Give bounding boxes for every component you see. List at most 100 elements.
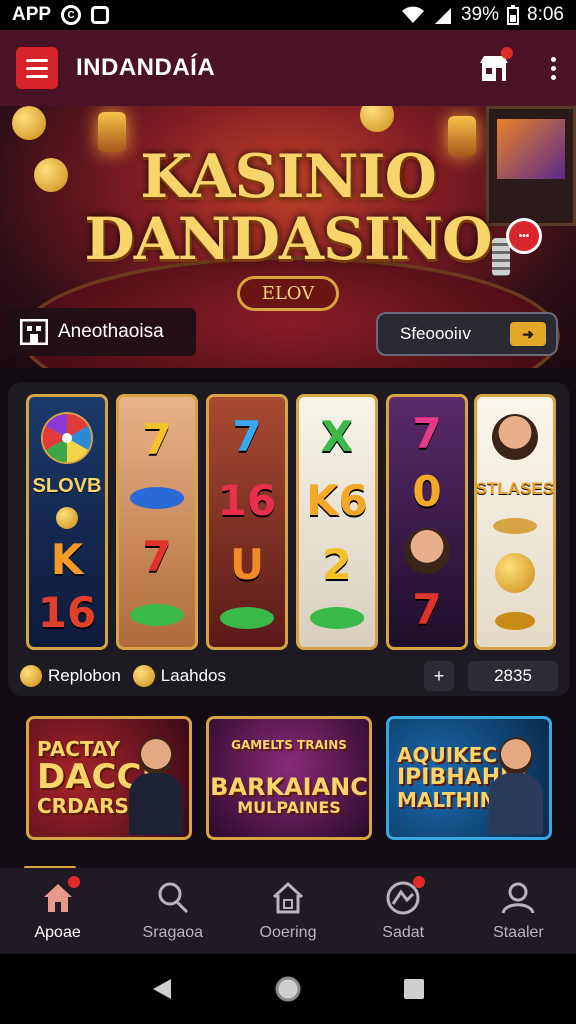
back-icon[interactable] xyxy=(151,977,173,1001)
reel-symbol: X xyxy=(320,412,354,461)
slot-reels-panel: SLOVB K 16 7 7 7 16 U X K6 2 7 0 7 STLAS… xyxy=(8,382,570,696)
wifi-icon xyxy=(401,6,425,24)
category-pill-label: Aneothaoisa xyxy=(58,321,164,342)
app-title: INDANDAÍA xyxy=(76,54,216,81)
more-options-button[interactable] xyxy=(547,56,560,80)
home-icon xyxy=(40,876,80,916)
notification-circle-icon: C xyxy=(61,5,82,25)
nav-label: Sadat xyxy=(382,924,425,941)
action-pill-label: Sfeoooiıv xyxy=(400,324,471,343)
leaders-label: Laahdos xyxy=(160,666,227,685)
arrow-tag-icon: ➜ xyxy=(510,322,546,346)
coin-icon xyxy=(20,665,42,687)
casino-logo: KASINIO DANDASINO ELOV xyxy=(0,146,576,311)
reel-symbol: 7 xyxy=(412,585,442,634)
home-circle-icon[interactable] xyxy=(274,975,302,1003)
promo-card-1[interactable]: PACTAY DACCK CRDARS xyxy=(26,716,192,840)
system-navigation-bar xyxy=(0,954,576,1024)
notification-square-icon xyxy=(91,6,110,24)
leaders-item[interactable]: Laahdos xyxy=(132,665,227,687)
add-bet-button[interactable]: + xyxy=(424,661,454,691)
nav-label: Ooering xyxy=(259,924,317,941)
app-bar: INDANDAÍA xyxy=(0,30,576,106)
kebab-dot xyxy=(551,74,556,80)
coin-icon xyxy=(132,665,155,687)
coin-icon xyxy=(56,506,78,529)
category-pill[interactable]: Aneothaoisa xyxy=(8,308,196,356)
reel-3: 7 16 U xyxy=(206,394,288,650)
notification-badge xyxy=(67,876,80,888)
battery-icon xyxy=(507,5,520,25)
screen: APP C 39% 8:06 INDANDAÍA KASINIO DANDASI… xyxy=(0,0,576,1024)
status-time: 8:06 xyxy=(527,4,564,25)
nav-item-profile[interactable]: Staaler xyxy=(461,868,576,954)
nav-item-wheel[interactable]: Sadat xyxy=(346,868,461,954)
nav-label: Sragaoa xyxy=(142,924,204,941)
character-figure xyxy=(489,737,543,837)
promo-title-line: BARKAIANC xyxy=(210,773,368,802)
search-icon xyxy=(155,880,191,916)
reel-oval-symbol xyxy=(310,607,364,629)
menu-line xyxy=(26,66,48,70)
sun-coin-icon xyxy=(495,552,535,593)
logo-line-2: DANDASINO xyxy=(84,205,492,273)
reel-oval-symbol xyxy=(130,604,184,627)
notification-badge xyxy=(413,876,426,888)
reel-bar-symbol xyxy=(493,517,537,534)
reel-1: SLOVB K 16 xyxy=(26,394,108,650)
reel-2: 7 7 xyxy=(116,394,198,650)
house-outline-icon xyxy=(270,880,306,916)
reel-5: 7 0 7 xyxy=(386,394,468,650)
status-app-label: APP xyxy=(12,4,52,25)
logo-plaque: ELOV xyxy=(236,276,340,311)
nav-label: Apoae xyxy=(34,924,81,941)
reel-symbol: 7 xyxy=(412,409,442,458)
reel-symbol: 16 xyxy=(37,587,97,637)
reel-4: X K6 2 xyxy=(296,394,378,650)
promo-title-line: GAMELTS TRAINS xyxy=(231,737,347,752)
reel-oval-symbol xyxy=(220,607,274,629)
kebab-dot xyxy=(551,65,556,71)
kebab-dot xyxy=(551,56,556,62)
character-figure xyxy=(129,737,183,837)
reel-6: STLASES xyxy=(474,394,556,650)
bet-total: 2835 xyxy=(468,661,558,691)
status-bar: APP C 39% 8:06 xyxy=(0,0,576,30)
reel-oval-symbol xyxy=(495,611,535,630)
action-pill-button[interactable]: Sfeoooiıv ➜ xyxy=(376,312,558,356)
reel-symbol-text: STLASES xyxy=(475,479,555,499)
reel-symbol: K6 xyxy=(306,476,368,525)
balance-label: Replobon xyxy=(48,666,121,685)
reel-symbol: 2 xyxy=(322,540,352,589)
promo-card-2[interactable]: GAMELTS TRAINS BARKAIANC MULPAINES xyxy=(206,716,372,840)
building-icon xyxy=(20,319,48,345)
battery-percent: 39% xyxy=(460,4,500,25)
reel-symbol: U xyxy=(229,540,265,589)
reel-footer: Replobon Laahdos + 2835 xyxy=(20,660,558,692)
menu-line xyxy=(26,74,48,78)
reel-symbol: 16 xyxy=(217,476,277,525)
reel-symbol: 7 xyxy=(142,531,172,581)
reel-symbol: 0 xyxy=(412,467,442,516)
store-button[interactable] xyxy=(477,47,513,83)
profile-icon xyxy=(500,880,536,916)
coin-icon xyxy=(360,106,394,132)
recents-icon[interactable] xyxy=(403,978,425,1000)
nav-item-home[interactable]: Apoae xyxy=(0,868,115,954)
reel-symbol: K xyxy=(50,534,84,584)
reel-oval-symbol xyxy=(130,487,184,510)
wheel-icon xyxy=(385,876,426,916)
signal-icon xyxy=(433,6,453,24)
logo-line-1: KASINIO xyxy=(140,142,437,212)
nav-item-ordering[interactable]: Ooering xyxy=(230,868,345,954)
menu-button[interactable] xyxy=(16,47,58,89)
promo-card-3[interactable]: AQUIKEC IPIBHAHIN MALTHINS xyxy=(386,716,552,840)
balance-item[interactable]: Replobon xyxy=(20,665,121,687)
menu-line xyxy=(26,58,48,62)
nav-item-search[interactable]: Sragaoa xyxy=(115,868,230,954)
chip-badge: ••• xyxy=(506,218,542,254)
nav-label: Staaler xyxy=(493,924,544,941)
coin-icon xyxy=(12,106,46,140)
reel-symbol: 7 xyxy=(232,412,262,461)
bottom-navigation: Apoae Sragaoa Ooering Sadat Staaler xyxy=(0,868,576,954)
